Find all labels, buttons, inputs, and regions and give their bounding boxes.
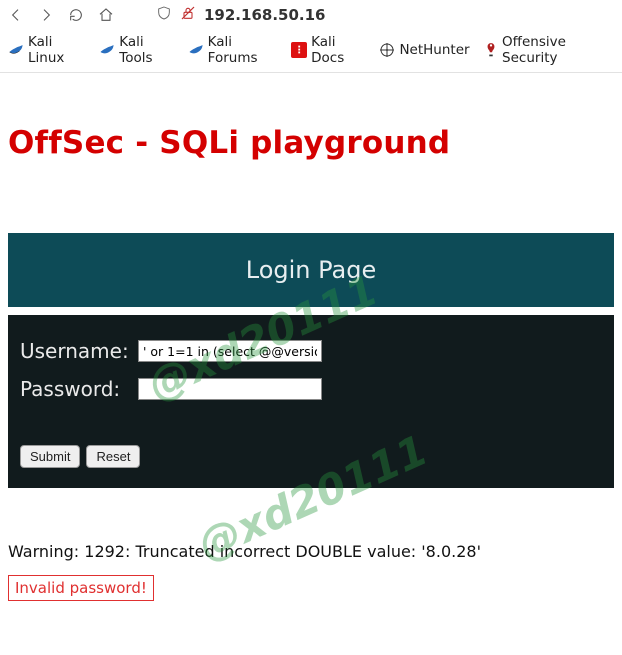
bookmark-label: Offensive Security — [502, 34, 614, 66]
login-header: Login Page — [8, 233, 614, 307]
forward-icon[interactable] — [38, 7, 54, 23]
home-icon[interactable] — [98, 7, 114, 23]
reload-icon[interactable] — [68, 7, 84, 23]
url-text[interactable]: 192.168.50.16 — [204, 6, 325, 24]
bookmark-label: Kali Tools — [119, 34, 173, 66]
bookmark-label: Kali Forums — [208, 34, 277, 66]
page-content: OffSec - SQLi playground Login Page User… — [0, 73, 622, 601]
kali-dragon-icon — [99, 42, 115, 58]
login-header-text: Login Page — [246, 256, 376, 284]
url-bar[interactable]: 192.168.50.16 — [156, 5, 325, 25]
bookmark-kali-docs[interactable]: ⋮ Kali Docs — [291, 34, 365, 66]
login-form: Username: Password: Submit Reset — [8, 315, 614, 488]
bookmarks-bar: Kali Linux Kali Tools Kali Forums ⋮ Kali… — [0, 30, 622, 73]
bookmark-kali-tools[interactable]: Kali Tools — [99, 34, 173, 66]
bookmark-offensive-security[interactable]: Offensive Security — [484, 34, 614, 66]
bookmark-label: Kali Linux — [28, 34, 85, 66]
password-label: Password: — [20, 377, 130, 401]
password-row: Password: — [20, 377, 602, 401]
back-icon[interactable] — [8, 7, 24, 23]
kali-dragon-icon — [8, 42, 24, 58]
kali-dragon-icon — [188, 42, 204, 58]
bookmark-nethunter[interactable]: NetHunter — [379, 42, 469, 58]
page-title: OffSec - SQLi playground — [8, 125, 614, 161]
submit-button[interactable]: Submit — [20, 445, 80, 468]
bookmark-label: Kali Docs — [311, 34, 365, 66]
username-row: Username: — [20, 339, 602, 363]
insecure-lock-icon[interactable] — [180, 5, 196, 25]
browser-toolbar: 192.168.50.16 — [0, 0, 622, 30]
reset-button[interactable]: Reset — [86, 445, 140, 468]
bookmark-label: NetHunter — [399, 42, 469, 58]
kali-docs-icon: ⋮ — [291, 42, 307, 58]
nethunter-icon — [379, 42, 395, 58]
bookmark-kali-linux[interactable]: Kali Linux — [8, 34, 85, 66]
button-row: Submit Reset — [20, 445, 602, 468]
nav-button-group — [8, 7, 114, 23]
password-input[interactable] — [138, 378, 322, 400]
shield-icon[interactable] — [156, 5, 172, 25]
sql-warning-text: Warning: 1292: Truncated incorrect DOUBL… — [8, 542, 614, 561]
offsec-icon — [484, 42, 498, 58]
username-input[interactable] — [138, 340, 322, 362]
username-label: Username: — [20, 339, 130, 363]
bookmark-kali-forums[interactable]: Kali Forums — [188, 34, 277, 66]
invalid-password-box: Invalid password! — [8, 575, 154, 601]
